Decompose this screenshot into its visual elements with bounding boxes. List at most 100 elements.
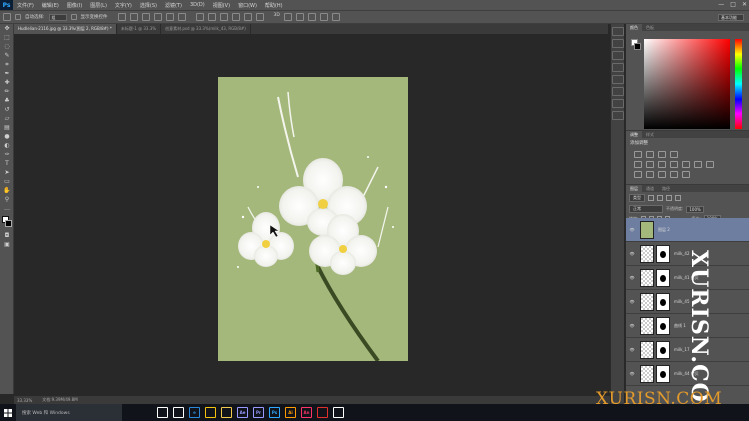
align-left-icon[interactable] (153, 13, 162, 21)
layer-mask-thumbnail[interactable] (656, 340, 670, 359)
align-top-icon[interactable] (117, 13, 126, 21)
distribute-bottom-icon[interactable] (219, 13, 228, 21)
layer-mask-thumbnail[interactable] (656, 268, 670, 287)
type-tool-icon[interactable]: T (0, 159, 14, 168)
menu-item[interactable]: 文件(F) (13, 2, 38, 9)
path-select-tool-icon[interactable]: ➤ (0, 168, 14, 177)
taskbar-search-input[interactable]: 搜索 Web 和 Windows (16, 404, 122, 421)
blend-mode-dropdown[interactable]: 正常 (629, 205, 663, 213)
photos-icon[interactable] (333, 407, 344, 418)
layer-mask-thumbnail[interactable] (656, 292, 670, 311)
menu-item[interactable]: 视图(V) (209, 2, 234, 9)
3d-scale-icon[interactable] (331, 13, 340, 21)
clone-stamp-tool-icon[interactable]: ♣ (0, 96, 14, 105)
filter-shape-icon[interactable] (675, 195, 681, 201)
workspace-dropdown[interactable]: 基本功能 (718, 14, 744, 21)
layer-mask-thumbnail[interactable] (656, 364, 670, 383)
animate-icon[interactable]: An (301, 407, 312, 418)
distribute-left-icon[interactable] (231, 13, 240, 21)
distribute-right-icon[interactable] (255, 13, 264, 21)
history-panel-icon[interactable] (612, 27, 624, 36)
brightness-icon[interactable] (634, 151, 642, 158)
tab-paths[interactable]: 路径 (658, 185, 674, 192)
info-panel-icon[interactable] (612, 99, 624, 108)
character-panel-icon[interactable] (612, 63, 624, 72)
menu-item[interactable]: 文字(Y) (111, 2, 136, 9)
properties-panel-icon[interactable] (612, 39, 624, 48)
record-icon[interactable] (317, 407, 328, 418)
dodge-tool-icon[interactable]: ◐ (0, 141, 14, 150)
quick-mask-icon[interactable]: ◘ (0, 231, 14, 240)
visibility-eye-icon[interactable]: 👁 (626, 323, 638, 328)
quick-select-tool-icon[interactable]: ✎ (0, 51, 14, 60)
paragraph-panel-icon[interactable] (612, 75, 624, 84)
vibrance-icon[interactable] (634, 161, 642, 168)
crop-tool-icon[interactable]: ⌗ (0, 60, 14, 69)
3d-rotate-icon[interactable] (283, 13, 292, 21)
hand-tool-icon[interactable]: ✋ (0, 186, 14, 195)
document-tab[interactable]: Hudlelian-2116.jpg @ 33.3%(图层 2, RGB/8#)… (14, 24, 117, 34)
layer-row[interactable]: 👁 图层 2 (626, 218, 749, 242)
visibility-eye-icon[interactable]: 👁 (626, 227, 638, 232)
3d-roll-icon[interactable] (295, 13, 304, 21)
store-icon[interactable] (173, 407, 184, 418)
shape-tool-icon[interactable]: ▭ (0, 177, 14, 186)
3d-drag-icon[interactable] (307, 13, 316, 21)
exposure-icon[interactable] (670, 151, 678, 158)
gradient-map-icon[interactable] (682, 171, 690, 178)
curves-icon[interactable] (658, 151, 666, 158)
document-tab[interactable]: 创意素材.psd @ 33.3%(milk_43, RGB/8#) (161, 24, 251, 34)
folder-icon[interactable] (221, 407, 232, 418)
move-tool-icon[interactable] (3, 13, 11, 21)
menu-item[interactable]: 图层(L) (86, 2, 111, 9)
lasso-tool-icon[interactable]: ◌ (0, 42, 14, 51)
pen-tool-icon[interactable]: ✑ (0, 150, 14, 159)
premiere-icon[interactable]: Pr (253, 407, 264, 418)
menu-item[interactable]: 滤镜(T) (161, 2, 186, 9)
align-hcenter-icon[interactable] (165, 13, 174, 21)
more-tools-icon[interactable]: … (0, 204, 14, 213)
restore-button[interactable]: □ (730, 1, 736, 8)
channel-mixer-icon[interactable] (694, 161, 702, 168)
menu-item[interactable]: 选择(S) (136, 2, 161, 9)
brush-tool-icon[interactable]: ✏ (0, 87, 14, 96)
zoom-level[interactable]: 33.33% (17, 398, 32, 403)
align-vcenter-icon[interactable] (129, 13, 138, 21)
distribute-hcenter-icon[interactable] (243, 13, 252, 21)
illustrator-icon[interactable]: Ai (285, 407, 296, 418)
screen-mode-icon[interactable]: ▣ (0, 240, 14, 249)
navigator-panel-icon[interactable] (612, 111, 624, 120)
filter-pixel-icon[interactable] (648, 195, 654, 201)
photo-filter-icon[interactable] (682, 161, 690, 168)
edge-icon[interactable]: e (189, 407, 200, 418)
align-right-icon[interactable] (177, 13, 186, 21)
visibility-eye-icon[interactable]: 👁 (626, 275, 638, 280)
swatches-panel-icon[interactable] (612, 87, 624, 96)
color-lookup-icon[interactable] (706, 161, 714, 168)
history-brush-tool-icon[interactable]: ↺ (0, 105, 14, 114)
menu-item[interactable]: 窗口(W) (234, 2, 261, 9)
zoom-tool-icon[interactable]: ⚲ (0, 195, 14, 204)
visibility-eye-icon[interactable]: 👁 (626, 299, 638, 304)
tab-adjustments[interactable]: 调整 (626, 131, 642, 138)
auto-select-dropdown[interactable]: 组 (48, 13, 67, 21)
tab-styles[interactable]: 样式 (642, 131, 658, 138)
layer-filter-dropdown[interactable]: 类型 (629, 194, 645, 202)
brush-panel-icon[interactable] (612, 51, 624, 60)
color-picker-field[interactable] (644, 39, 730, 129)
start-button[interactable] (0, 404, 16, 421)
filter-type-icon[interactable] (666, 195, 672, 201)
visibility-eye-icon[interactable]: 👁 (626, 371, 638, 376)
move-tool-icon[interactable]: ✥ (0, 24, 14, 33)
color-balance-icon[interactable] (658, 161, 666, 168)
minimize-button[interactable]: — (718, 1, 724, 8)
filter-adjustment-icon[interactable] (657, 195, 663, 201)
photoshop-icon[interactable]: Ps (269, 407, 280, 418)
after-effects-icon[interactable]: Ae (237, 407, 248, 418)
background-color-swatch[interactable] (634, 43, 641, 50)
visibility-eye-icon[interactable]: 👁 (626, 251, 638, 256)
show-transform-checkbox[interactable] (70, 14, 77, 20)
black-white-icon[interactable] (670, 161, 678, 168)
distribute-vcenter-icon[interactable] (207, 13, 216, 21)
healing-tool-icon[interactable]: ✚ (0, 78, 14, 87)
